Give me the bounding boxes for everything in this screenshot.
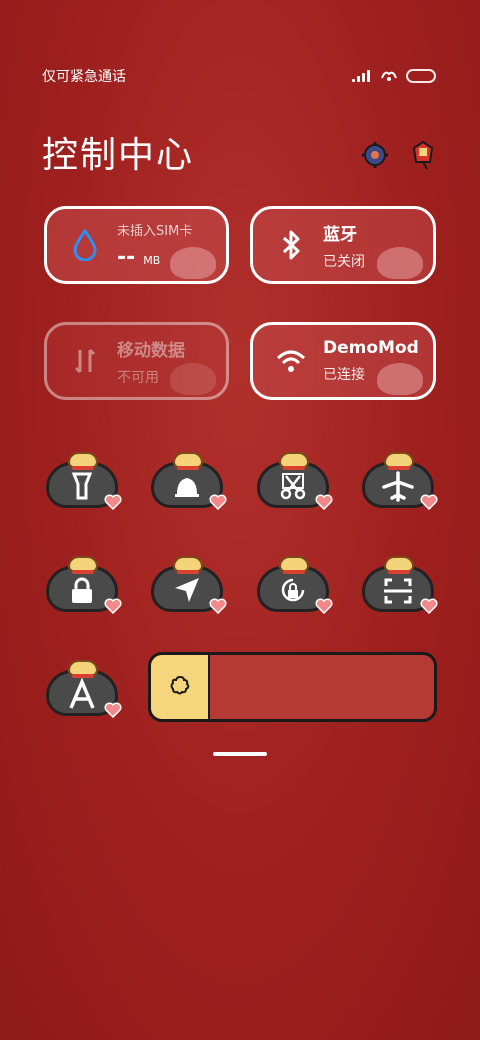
airplane-toggle[interactable] — [362, 452, 438, 511]
mobile-data-tile[interactable]: 移动数据 不可用 — [44, 322, 229, 400]
mascot-decoration — [377, 247, 423, 279]
noodle-bowl-decoration — [279, 556, 309, 574]
mascot-decoration — [377, 363, 423, 395]
brightness-slider[interactable] — [148, 652, 437, 722]
wifi-tile[interactable]: DemoMod 已连接 — [250, 322, 436, 400]
location-arrow-icon — [169, 574, 205, 606]
heart-icon — [420, 598, 438, 615]
data-usage-tile[interactable]: 未插入SIM卡 -- MB — [44, 206, 229, 284]
lock-icon — [64, 574, 100, 606]
mobile-data-title: 移动数据 — [117, 340, 185, 361]
heart-icon — [209, 598, 227, 615]
scan-icon — [380, 574, 416, 606]
heart-icon — [315, 598, 333, 615]
status-bar: 仅可紧急通话 — [42, 64, 436, 88]
wifi-calling-icon — [380, 67, 398, 86]
status-icons — [352, 67, 436, 86]
letter-a-icon — [64, 678, 100, 710]
battery-icon — [406, 69, 436, 83]
airplane-icon — [380, 470, 416, 502]
flashlight-toggle[interactable] — [46, 452, 122, 511]
noodle-bowl-decoration — [384, 556, 414, 574]
auto-brightness-toggle[interactable] — [46, 660, 122, 719]
brightness-sun-icon — [169, 674, 191, 700]
lock-toggle[interactable] — [46, 556, 122, 615]
bluetooth-title: 蓝牙 — [323, 224, 357, 245]
heart-icon — [104, 598, 122, 615]
noodle-bowl-decoration — [173, 556, 203, 574]
mascot-decoration — [170, 363, 216, 395]
data-usage-value: -- — [117, 245, 136, 270]
data-arrows-icon — [67, 343, 103, 379]
bluetooth-tile[interactable]: 蓝牙 已关闭 — [250, 206, 436, 284]
mascot-decoration — [170, 247, 216, 279]
heart-icon — [209, 494, 227, 511]
brightness-fill — [151, 655, 210, 719]
data-usage-unit: MB — [143, 254, 161, 267]
noodle-bowl-decoration — [279, 452, 309, 470]
heart-icon — [104, 702, 122, 719]
scissors-icon — [275, 470, 311, 502]
noodle-bowl-decoration — [68, 556, 98, 574]
sound-toggle[interactable] — [151, 452, 227, 511]
heart-icon — [104, 494, 122, 511]
noodle-bowl-decoration — [384, 452, 414, 470]
heart-icon — [315, 494, 333, 511]
rotation-lock-toggle[interactable] — [257, 556, 333, 615]
rotation-lock-icon — [275, 574, 311, 606]
settings-gear-icon[interactable] — [360, 140, 390, 170]
signal-icon — [352, 70, 372, 82]
page-title: 控制中心 — [42, 135, 195, 176]
carrier-text: 仅可紧急通话 — [42, 69, 126, 85]
location-toggle[interactable] — [151, 556, 227, 615]
flashlight-icon — [64, 470, 100, 502]
bluetooth-icon — [273, 227, 309, 263]
sim-status-text: 未插入SIM卡 — [117, 224, 193, 239]
drag-handle[interactable] — [213, 752, 267, 756]
bluetooth-status: 已关闭 — [323, 253, 365, 270]
header-icons — [360, 140, 438, 170]
water-drop-icon — [67, 227, 103, 263]
screenshot-toggle[interactable] — [257, 452, 333, 511]
noodle-bowl-decoration — [68, 660, 98, 678]
wifi-title: DemoMod — [323, 338, 419, 358]
bell-icon — [169, 470, 205, 502]
wifi-icon — [273, 343, 309, 379]
heart-icon — [420, 494, 438, 511]
edit-tag-icon[interactable] — [408, 140, 438, 170]
noodle-bowl-decoration — [68, 452, 98, 470]
scan-toggle[interactable] — [362, 556, 438, 615]
noodle-bowl-decoration — [173, 452, 203, 470]
